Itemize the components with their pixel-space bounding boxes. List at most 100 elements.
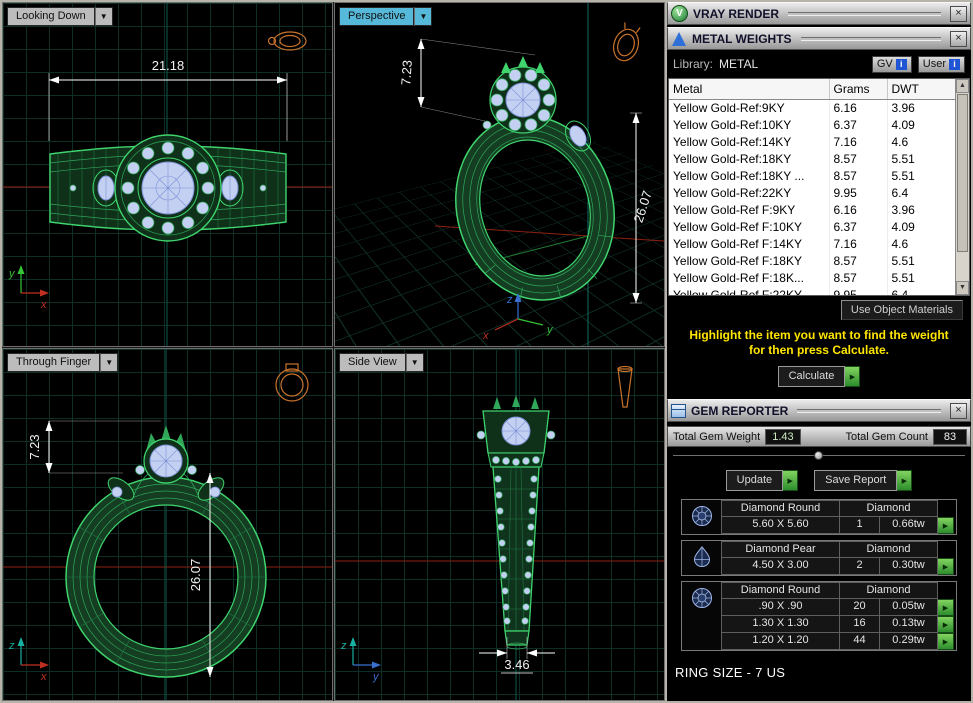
vray-title: VRAY RENDER <box>693 6 780 21</box>
column-header-grams[interactable]: Grams <box>829 79 888 100</box>
close-icon[interactable]: × <box>950 5 967 22</box>
scroll-down-icon[interactable]: ▼ <box>956 281 969 295</box>
gem-reporter-title: GEM REPORTER <box>691 403 789 418</box>
gem-weight: 0.05tw <box>880 599 938 616</box>
reference-ring-icon <box>275 363 309 402</box>
gem-go-button[interactable]: ▶ <box>938 599 954 616</box>
viewport-dropdown-icon[interactable]: ▼ <box>414 7 433 26</box>
gem-list: Diamond Round Diamond 5.60 X 5.60 1 0.66… <box>681 499 957 651</box>
viewport-title-looking-down[interactable]: Looking Down <box>7 7 95 26</box>
viewport-title-through-finger[interactable]: Through Finger <box>7 353 101 372</box>
user-button[interactable]: User i <box>917 55 965 73</box>
viewport-title-perspective[interactable]: Perspective <box>339 7 415 26</box>
reference-ring-icon <box>612 22 641 62</box>
library-label: Library: <box>673 57 714 71</box>
library-row: Library: METAL GV i User i <box>667 50 971 78</box>
viewport-title-side-view[interactable]: Side View <box>339 353 406 372</box>
slider-knob[interactable] <box>814 451 823 460</box>
viewport-through-finger[interactable]: 7.23 26.07 z x Through Finger ▼ <box>2 348 333 701</box>
head-height-dimension: 7.23 <box>27 420 161 474</box>
metal-row[interactable]: Yellow Gold-Ref F:18K... 8.57 5.51 <box>669 269 958 287</box>
gem-type: Diamond Pear <box>722 541 840 558</box>
save-report-button[interactable]: Save Report ▶ <box>814 470 913 491</box>
metal-row[interactable]: Yellow Gold-Ref F:14KY 7.16 4.6 <box>669 235 958 253</box>
gem-weight: 0.29tw <box>880 633 938 650</box>
gem-card-round-center: Diamond Round Diamond 5.60 X 5.60 1 0.66… <box>681 499 957 535</box>
gem-weight: 0.66tw <box>880 517 938 534</box>
metal-row[interactable]: Yellow Gold-Ref F:22KY 9.95 6.4 <box>669 286 958 295</box>
table-scrollbar[interactable]: ▲ ▼ <box>955 79 969 295</box>
column-header-dwt[interactable]: DWT <box>887 79 958 100</box>
update-button[interactable]: Update ▶ <box>725 470 799 491</box>
scrollbar-thumb[interactable] <box>957 94 968 252</box>
gem-go-button[interactable]: ▶ <box>938 616 954 633</box>
gem-go-button[interactable]: ▶ <box>938 633 954 650</box>
gem-count: 1 <box>840 517 880 534</box>
z-axis-label: z <box>8 640 15 652</box>
header-divider <box>797 408 941 413</box>
dimension-label: 7.23 <box>398 60 415 86</box>
total-gem-count-label: Total Gem Count <box>845 430 928 443</box>
calculate-instruction: Highlight the item you want to find the … <box>689 328 949 357</box>
info-icon: i <box>949 58 960 70</box>
total-gem-weight-label: Total Gem Weight <box>673 430 761 443</box>
x-axis-label: x <box>482 330 489 342</box>
dimension-label: 7.23 <box>27 434 42 459</box>
metal-row[interactable]: Yellow Gold-Ref:10KY 6.37 4.09 <box>669 116 958 134</box>
viewport-perspective[interactable]: 7.23 26.07 z y x Perspective ▼ <box>334 2 665 347</box>
length-dimension: 26.07 <box>630 112 655 304</box>
metal-row[interactable]: Yellow Gold-Ref F:9KY 6.16 3.96 <box>669 201 958 219</box>
metal-row[interactable]: Yellow Gold-Ref F:18KY 8.57 5.51 <box>669 252 958 270</box>
center-head-top <box>114 134 222 242</box>
viewport-dropdown-icon[interactable]: ▼ <box>100 353 119 372</box>
close-icon[interactable]: × <box>950 30 967 47</box>
gem-size: 5.60 X 5.60 <box>722 517 840 534</box>
use-object-materials-button[interactable]: Use Object Materials <box>840 300 963 320</box>
gem-size: .90 X .90 <box>722 599 840 616</box>
viewport-dropdown-icon[interactable]: ▼ <box>405 353 424 372</box>
axis-gizmo: y x <box>8 265 49 311</box>
metal-weights-header: METAL WEIGHTS × <box>667 27 971 50</box>
x-axis-label: x <box>40 671 47 683</box>
header-divider <box>788 11 941 16</box>
gem-go-button[interactable]: ▶ <box>938 558 954 575</box>
shank-side <box>492 466 540 650</box>
scroll-up-icon[interactable]: ▲ <box>956 79 969 93</box>
ring-front-view-drawing: 7.23 26.07 z x <box>3 349 332 700</box>
reference-object-icon <box>617 365 633 408</box>
jewelry-cad-window: 21.18 y x Looking Down ▼ 7.23 26.07 z y … <box>0 0 973 703</box>
scrollbar-track[interactable] <box>956 253 969 281</box>
gem-reporter-header: GEM REPORTER × <box>667 399 971 422</box>
metal-row[interactable]: Yellow Gold-Ref:14KY 7.16 4.6 <box>669 133 958 151</box>
ring-top-view-drawing: 21.18 y x <box>3 3 332 346</box>
metal-row[interactable]: Yellow Gold-Ref:18KY ... 8.57 5.51 <box>669 167 958 185</box>
metal-row[interactable]: Yellow Gold-Ref:18KY 8.57 5.51 <box>669 150 958 168</box>
y-axis-label: y <box>372 671 380 683</box>
dimension-label: 26.07 <box>188 559 203 592</box>
calculate-button[interactable]: Calculate ▶ <box>777 366 861 387</box>
viewport-dropdown-icon[interactable]: ▼ <box>94 7 113 26</box>
close-icon[interactable]: × <box>950 402 967 419</box>
gem-go-button[interactable]: ▶ <box>938 517 954 534</box>
viewport-looking-down[interactable]: 21.18 y x Looking Down ▼ <box>2 2 333 347</box>
viewport-grid: 21.18 y x Looking Down ▼ 7.23 26.07 z y … <box>2 2 665 701</box>
head-side <box>476 395 556 468</box>
info-icon: i <box>895 58 907 70</box>
metal-weights-icon <box>672 31 686 46</box>
metal-row[interactable]: Yellow Gold-Ref:22KY 9.95 6.4 <box>669 184 958 202</box>
gem-material: Diamond <box>840 541 938 558</box>
gem-count: 20 <box>840 599 880 616</box>
metal-row[interactable]: Yellow Gold-Ref F:10KY 6.37 4.09 <box>669 218 958 236</box>
axis-gizmo: z y <box>340 637 381 683</box>
reference-ring-icon <box>267 31 307 51</box>
gv-button[interactable]: GV i <box>871 55 912 73</box>
gem-weight: 0.30tw <box>880 558 938 575</box>
gem-material: Diamond <box>840 500 938 517</box>
gem-count: 2 <box>840 558 880 575</box>
gem-type: Diamond Round <box>722 500 840 517</box>
column-header-metal[interactable]: Metal <box>669 79 830 100</box>
viewport-side-view[interactable]: 3.46 z y Side View ▼ <box>334 348 665 701</box>
axis-gizmo: z x <box>8 637 49 683</box>
metal-row[interactable]: Yellow Gold-Ref:9KY 6.16 3.96 <box>669 99 958 117</box>
gem-reporter-slider <box>673 449 965 462</box>
